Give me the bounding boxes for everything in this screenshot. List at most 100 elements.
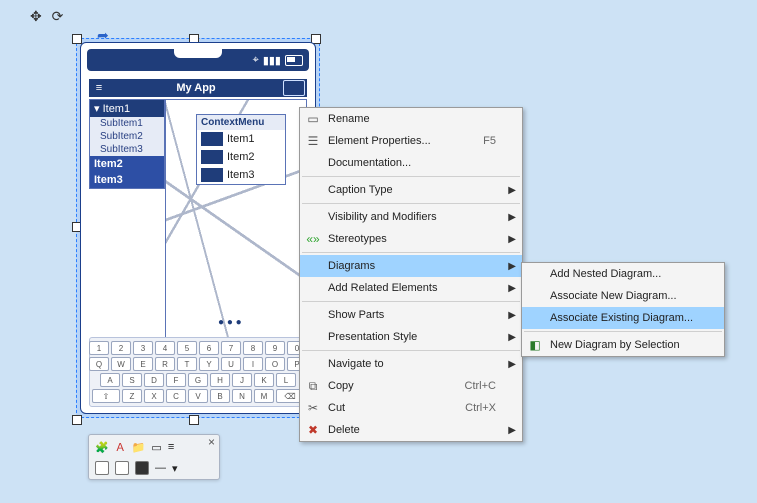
menu-add-related[interactable]: Add Related Elements▶ [300,277,522,299]
tree-subitem[interactable]: SubItem2 [90,130,164,143]
tree-header[interactable]: ▾ Item1 [90,100,164,117]
menu-diagrams[interactable]: Diagrams▶ [300,255,522,277]
tool-icon[interactable]: ▭ [151,441,161,454]
key[interactable]: O [265,357,285,371]
hamburger-icon[interactable]: ≡ [89,82,109,94]
key[interactable]: 2 [111,341,131,355]
tool-icon[interactable]: 📁 [132,441,146,454]
line-style-icon[interactable]: — [155,462,166,474]
tool-icon[interactable]: Ａ [115,439,126,455]
tree-item[interactable]: Item2 [90,156,164,172]
key[interactable]: A [100,373,120,387]
key[interactable]: N [232,389,252,403]
key[interactable]: I [243,357,263,371]
signal-icon: ▮▮▮ [263,54,281,67]
menu-element-properties[interactable]: ☰Element Properties...F5 [300,130,522,152]
key[interactable]: T [177,357,197,371]
menu-delete[interactable]: ✖Delete▶ [300,419,522,441]
key[interactable]: 5 [177,341,197,355]
move-icon[interactable]: ✥ [30,8,42,24]
tree-item[interactable]: Item3 [90,172,164,188]
key[interactable]: H [210,373,230,387]
key[interactable]: J [232,373,252,387]
key[interactable]: C [166,389,186,403]
phone-status-bar: ⌖ ▮▮▮ [87,49,309,71]
tree-subitem[interactable]: SubItem1 [90,117,164,130]
key[interactable]: L [276,373,296,387]
menu-visibility-modifiers[interactable]: Visibility and Modifiers▶ [300,206,522,228]
resize-handle[interactable] [189,415,199,425]
submenu-new-by-selection[interactable]: ◧New Diagram by Selection [522,334,724,356]
notch-icon [174,48,222,58]
key[interactable]: S [122,373,142,387]
close-icon[interactable]: × [208,435,215,449]
virtual-keyboard: 1234567890 QWERTYUIOP ASDFGHJKL ⇧ZXCVBNM… [89,337,307,407]
menu-documentation[interactable]: Documentation... [300,152,522,174]
floating-toolbox[interactable]: × 🧩 Ａ 📁 ▭ ≡ — ▾ [88,434,220,480]
key[interactable]: K [254,373,274,387]
key[interactable]: F [166,373,186,387]
stereotype-icon: «» [304,232,322,246]
key[interactable]: X [144,389,164,403]
cut-icon: ✂ [304,401,322,415]
submenu-associate-new[interactable]: Associate New Diagram... [522,285,724,307]
key[interactable]: Y [199,357,219,371]
battery-icon [285,55,303,66]
shortcut-label: Ctrl+X [465,402,496,414]
key[interactable]: 9 [265,341,285,355]
key[interactable]: U [221,357,241,371]
swatch-white[interactable] [95,461,109,475]
arrow-icon: ▶ [508,234,516,245]
menu-show-parts[interactable]: Show Parts▶ [300,304,522,326]
menu-separator [302,350,520,351]
tool-icon[interactable]: 🧩 [95,441,109,454]
menu-separator [302,252,520,253]
submenu-add-nested[interactable]: Add Nested Diagram... [522,263,724,285]
resize-handle[interactable] [72,415,82,425]
key[interactable]: V [188,389,208,403]
key[interactable]: Q [89,357,109,371]
swatch-black[interactable] [135,461,149,475]
block-icon [201,150,223,164]
key[interactable]: E [133,357,153,371]
refresh-icon[interactable]: ⟳ [52,8,64,24]
resize-handle[interactable] [72,34,82,44]
embedded-context-menu: ContextMenu Item1 Item2 Item3 [196,114,286,185]
key[interactable]: Z [122,389,142,403]
menu-stereotypes[interactable]: «»Stereotypes▶ [300,228,522,250]
menu-caption-type[interactable]: Caption Type▶ [300,179,522,201]
key[interactable]: 3 [133,341,153,355]
key[interactable]: 7 [221,341,241,355]
avatar-icon[interactable] [283,80,305,96]
menu-presentation-style[interactable]: Presentation Style▶ [300,326,522,348]
key[interactable]: M [254,389,274,403]
key[interactable]: 1 [89,341,109,355]
key[interactable]: D [144,373,164,387]
tool-icon[interactable]: ≡ [168,441,174,453]
key[interactable]: G [188,373,208,387]
key[interactable]: 8 [243,341,263,355]
context-menu: ▭Rename ☰Element Properties...F5 Documen… [299,107,523,442]
embedded-context-row[interactable]: Item3 [197,166,285,184]
phone-title-bar: ≡ My App [89,79,307,97]
swatch-white[interactable] [115,461,129,475]
dropdown-icon[interactable]: ▾ [172,462,178,475]
menu-copy[interactable]: ⧉CopyCtrl+C [300,375,522,397]
kbd-row: QWERTYUIOP [93,357,303,371]
menu-separator [302,301,520,302]
embedded-context-row[interactable]: Item2 [197,148,285,166]
menu-cut[interactable]: ✂CutCtrl+X [300,397,522,419]
key[interactable]: B [210,389,230,403]
submenu-associate-existing[interactable]: Associate Existing Diagram... [522,307,724,329]
key[interactable]: 4 [155,341,175,355]
embedded-context-row[interactable]: Item1 [197,130,285,148]
phone-frame[interactable]: ⌖ ▮▮▮ ≡ My App ▾ Item1 SubItem1 SubItem2… [80,42,316,414]
menu-navigate-to[interactable]: Navigate to▶ [300,353,522,375]
key-shift[interactable]: ⇧ [92,389,120,403]
menu-separator [302,203,520,204]
key[interactable]: 6 [199,341,219,355]
key[interactable]: R [155,357,175,371]
key[interactable]: W [111,357,131,371]
menu-rename[interactable]: ▭Rename [300,108,522,130]
tree-subitem[interactable]: SubItem3 [90,143,164,156]
